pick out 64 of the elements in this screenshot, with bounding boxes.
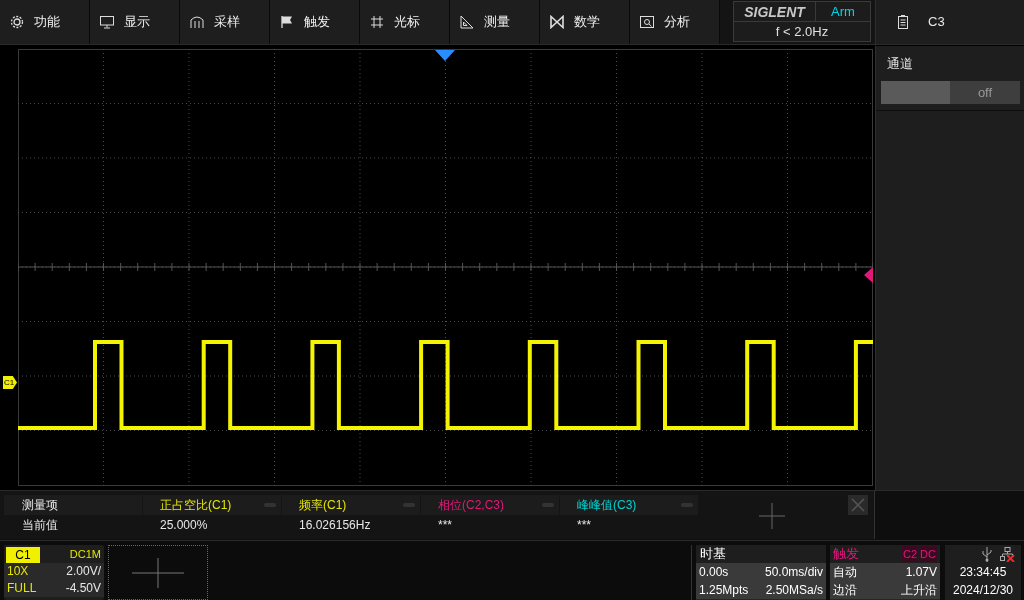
menu-button[interactable]: 数学 bbox=[540, 0, 630, 44]
menu-button[interactable]: 光标 bbox=[360, 0, 450, 44]
trigger-mode: 自动 bbox=[833, 564, 857, 581]
menu-button[interactable]: 触发 bbox=[270, 0, 360, 44]
network-disconnected-icon bbox=[1000, 546, 1015, 562]
ruler-icon bbox=[460, 15, 474, 29]
trigger-source: C2 bbox=[902, 545, 919, 563]
vertical-scale: 2.00V/ bbox=[66, 563, 101, 580]
probe-ratio: 10X bbox=[7, 563, 29, 580]
clock-time: 23:34:45 bbox=[959, 564, 1007, 581]
bandwidth-limit: FULL bbox=[7, 580, 37, 597]
trigger-level: 1.07V bbox=[905, 564, 937, 581]
trigger-coupling: DC bbox=[919, 545, 937, 563]
clock-date: 2024/12/30 bbox=[952, 582, 1014, 599]
analysis-icon bbox=[640, 15, 654, 29]
measurement-value: 16.026156Hz bbox=[298, 517, 372, 534]
horizontal-delay: 0.00s bbox=[699, 564, 729, 581]
trigger-slope: 上升沿 bbox=[901, 582, 937, 599]
grid-icon bbox=[370, 15, 384, 29]
sampling-icon bbox=[190, 15, 204, 29]
measurement-value: *** bbox=[576, 517, 592, 534]
panel-title: C3 bbox=[928, 13, 945, 32]
setting-label: 通道 bbox=[887, 55, 914, 73]
measurement-name: 相位(C2,C3) bbox=[438, 497, 504, 514]
gear-icon bbox=[10, 15, 24, 29]
channel-label: C1 bbox=[6, 546, 40, 563]
trigger-title: 触发 bbox=[833, 545, 860, 564]
timebase-box[interactable]: 时基 0.00s 50.0ms/div 1.25Mpts 2.50MSa/s bbox=[696, 545, 826, 600]
brand-logo: SIGLENT bbox=[734, 2, 816, 21]
measurement-name: 频率(C1) bbox=[299, 497, 347, 514]
trigger-box[interactable]: 触发 C2 DC 自动 1.07V 边沿 上升沿 bbox=[830, 545, 940, 600]
frequency-readout: f < 2.0Hz bbox=[774, 23, 830, 41]
measurement-value: 25.000% bbox=[159, 517, 209, 534]
trigger-position-marker bbox=[435, 50, 455, 61]
menu-button[interactable]: 采样 bbox=[180, 0, 270, 44]
trigger-type: 边沿 bbox=[833, 582, 857, 599]
measurement-value: *** bbox=[437, 517, 453, 534]
monitor-icon bbox=[100, 15, 114, 29]
math-icon bbox=[550, 15, 564, 29]
measurement-label: 当前值 bbox=[21, 517, 59, 534]
vertical-offset: -4.50V bbox=[65, 580, 101, 597]
horizontal-scale: 50.0ms/div bbox=[764, 564, 823, 581]
channel-marker: C1 bbox=[3, 376, 17, 389]
trigger-level-marker bbox=[864, 267, 873, 283]
measurement-name: 正占空比(C1) bbox=[160, 497, 232, 514]
usb-icon bbox=[982, 546, 992, 562]
menu-button[interactable]: 测量 bbox=[450, 0, 540, 44]
channel-info-box[interactable]: C1 DC1M 10X 2.00V/ FULL -4.50V bbox=[4, 545, 104, 600]
menu-button[interactable]: 显示 bbox=[90, 0, 180, 44]
add-channel-slot[interactable] bbox=[108, 545, 208, 600]
sample-rate: 2.50MSa/s bbox=[765, 582, 823, 599]
measurement-name: 峰峰值(C3) bbox=[577, 497, 637, 514]
add-measurement-icon[interactable] bbox=[759, 503, 785, 529]
flag-icon bbox=[280, 15, 294, 29]
plus-icon bbox=[132, 557, 184, 588]
measurement-header: 测量项 bbox=[4, 495, 142, 515]
memory-depth: 1.25Mpts bbox=[699, 582, 749, 599]
close-icon[interactable] bbox=[848, 495, 868, 515]
trigger-status: Arm bbox=[830, 3, 856, 21]
clipboard-icon bbox=[898, 15, 908, 29]
menu-button[interactable]: 分析 bbox=[630, 0, 720, 44]
timebase-title: 时基 bbox=[696, 545, 826, 563]
menu-button[interactable]: 功能 bbox=[0, 0, 90, 44]
channel-coupling: DC1M bbox=[69, 546, 101, 562]
